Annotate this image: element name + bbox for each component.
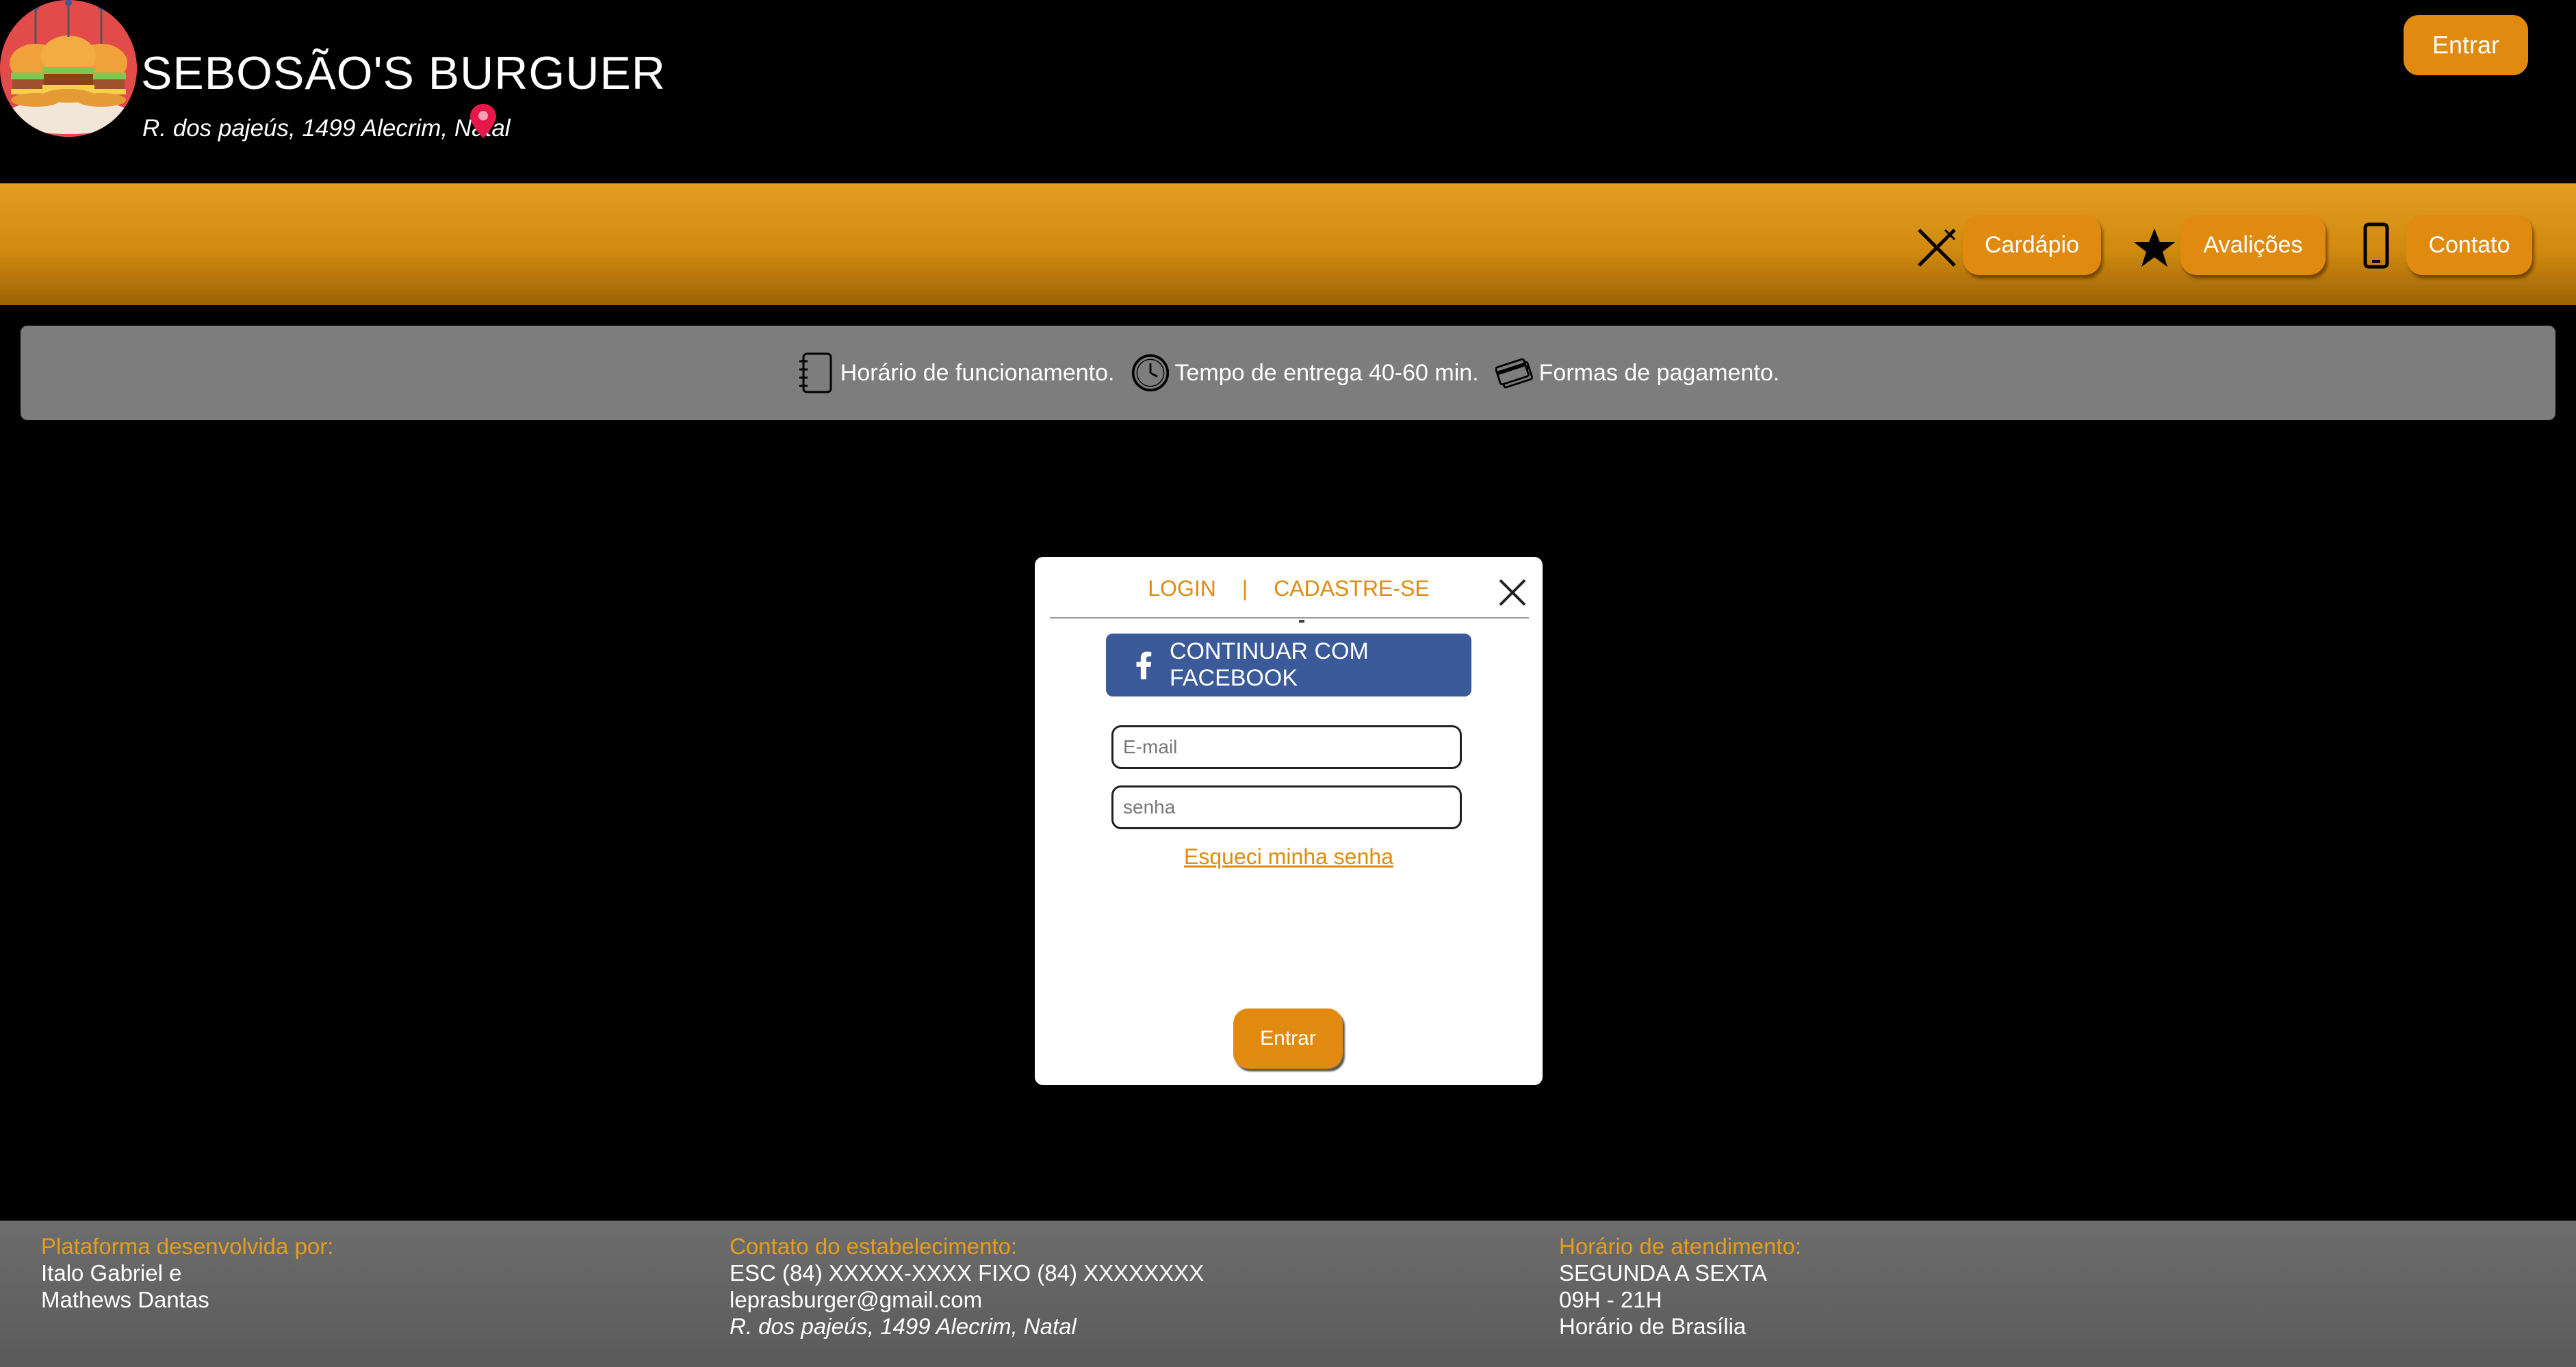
modal-tabs: LOGIN | CADASTRE-SE: [1035, 576, 1543, 601]
nav-contato-button[interactable]: Contato: [2406, 215, 2532, 275]
main-nav: Cardápio Avalições Contato: [0, 183, 2576, 305]
nav-contato-label: Contato: [2428, 231, 2510, 258]
nav-cardapio-label: Cardápio: [1985, 231, 2079, 258]
footer-contact-heading: Contato do estabelecimento:: [730, 1234, 1018, 1259]
footer-phones: ESC (84) XXXXX-XXXX FIXO (84) XXXXXXXX: [730, 1260, 1205, 1286]
modal-divider: [1050, 617, 1529, 619]
footer-developers: Plataforma desenvolvida por: Italo Gabri…: [41, 1233, 333, 1313]
header-login-button[interactable]: Entrar: [2404, 15, 2528, 75]
footer-hours-line: 09H - 21H: [1559, 1287, 1662, 1312]
site-header: SEBOSÃO'S BURGUER R. dos pajeús, 1499 Al…: [0, 0, 2576, 183]
login-modal: LOGIN | CADASTRE-SE CONTINUAR COM FACEBO…: [1035, 557, 1543, 1085]
email-input[interactable]: [1111, 725, 1462, 769]
footer-contact: Contato do estabelecimento: ESC (84) XXX…: [730, 1233, 1204, 1340]
credit-card-icon: [1495, 358, 1533, 389]
footer-hours-line: SEGUNDA A SEXTA: [1559, 1260, 1767, 1286]
info-bar: Horário de funcionamento. Tempo de entre…: [21, 326, 2555, 420]
tab-signup[interactable]: CADASTRE-SE: [1274, 576, 1430, 601]
footer-developer-line: Italo Gabriel e: [41, 1260, 182, 1286]
fork-knife-icon: [1918, 229, 1956, 267]
tab-login[interactable]: LOGIN: [1148, 576, 1216, 601]
map-pin-icon: [470, 104, 496, 138]
close-icon[interactable]: [1497, 577, 1528, 608]
site-footer: Plataforma desenvolvida por: Italo Gabri…: [0, 1221, 2576, 1367]
footer-hours-heading: Horário de atendimento:: [1559, 1234, 1802, 1259]
footer-address: R. dos pajeús, 1499 Alecrim, Natal: [730, 1314, 1077, 1339]
nav-cardapio-button[interactable]: Cardápio: [1963, 215, 2101, 275]
footer-email[interactable]: leprasburger@gmail.com: [730, 1286, 1204, 1313]
info-hours-label: Horário de funcionamento.: [840, 359, 1115, 386]
tab-indicator: [1299, 620, 1304, 623]
nav-avaliacoes-label: Avalições: [2203, 231, 2303, 258]
info-delivery-label: Tempo de entrega 40-60 min.: [1174, 359, 1479, 386]
facebook-button-label: CONTINUAR COM FACEBOOK: [1169, 638, 1369, 691]
brand-address: R. dos pajeús, 1499 Alecrim, Natal: [142, 115, 511, 142]
facebook-icon: [1136, 651, 1152, 679]
facebook-login-button[interactable]: CONTINUAR COM FACEBOOK: [1106, 634, 1471, 696]
burger-logo-icon[interactable]: [0, 0, 137, 137]
phone-icon: [2363, 222, 2389, 269]
info-item-delivery-time[interactable]: Tempo de entrega 40-60 min.: [1131, 352, 1479, 394]
footer-hours-line: Horário de Brasília: [1559, 1314, 1747, 1339]
password-input[interactable]: [1111, 785, 1462, 829]
footer-developer-line: Mathews Dantas: [41, 1287, 209, 1312]
clock-icon: [1132, 354, 1170, 392]
notebook-icon: [799, 352, 832, 393]
footer-hours: Horário de atendimento: SEGUNDA A SEXTA …: [1559, 1233, 1801, 1340]
nav-avaliacoes-button[interactable]: Avalições: [2180, 215, 2326, 275]
footer-developers-heading: Plataforma desenvolvida por:: [41, 1234, 334, 1259]
forgot-password-link[interactable]: Esqueci minha senha: [1035, 844, 1543, 870]
info-item-hours[interactable]: Horário de funcionamento.: [797, 352, 1115, 394]
star-icon: [2134, 229, 2175, 267]
modal-login-button[interactable]: Entrar: [1233, 1008, 1343, 1069]
tab-separator: |: [1241, 576, 1248, 601]
info-item-payment[interactable]: Formas de pagamento.: [1495, 352, 1780, 394]
brand-name: SEBOSÃO'S BURGUER: [141, 47, 666, 99]
info-payment-label: Formas de pagamento.: [1538, 359, 1780, 386]
